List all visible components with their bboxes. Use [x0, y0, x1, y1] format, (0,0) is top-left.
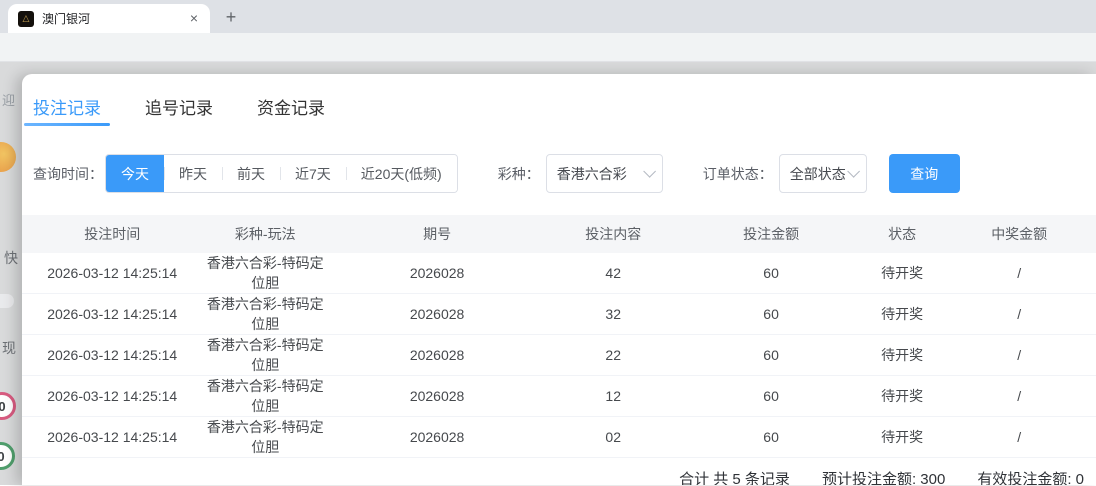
background-lottery-ball-pink: 0: [0, 392, 16, 420]
column-header: 状态: [862, 215, 943, 253]
table-cell: 12: [546, 376, 680, 417]
table-cell: /: [942, 335, 1096, 376]
browser-tabstrip: △ 澳门银河 × +: [0, 0, 1096, 33]
table-cell: 22: [546, 335, 680, 376]
tab-资金记录[interactable]: 资金记录: [257, 88, 325, 124]
time-option-前天[interactable]: 前天: [222, 155, 280, 192]
time-option-昨天[interactable]: 昨天: [164, 155, 222, 192]
browser-toolbar: [0, 33, 1096, 62]
table-cell: 60: [680, 417, 862, 458]
background-fragment-quick: 快: [4, 248, 18, 268]
table-cell: 60: [680, 376, 862, 417]
chevron-down-icon: [847, 165, 860, 178]
table-cell: 2026-03-12 14:25:14: [22, 417, 202, 458]
table-cell: 2026028: [328, 417, 546, 458]
time-option-今天[interactable]: 今天: [106, 155, 164, 192]
table-cell: 2026028: [328, 335, 546, 376]
order-status-select[interactable]: 全部状态: [779, 154, 867, 193]
table-cell: 60: [680, 253, 862, 294]
lottery-type-label: 彩种：: [498, 164, 540, 184]
table-cell: 02: [546, 417, 680, 458]
lottery-type-select[interactable]: 香港六合彩: [546, 154, 663, 193]
table-cell: 2026028: [328, 253, 546, 294]
browser-tab-title: 澳门银河: [42, 10, 186, 27]
column-header: 彩种-玩法: [202, 215, 328, 253]
column-header: 投注内容: [546, 215, 680, 253]
order-status-label: 订单状态：: [703, 164, 773, 184]
table-cell: /: [942, 253, 1096, 294]
summary-total-records: 合计 共 5 条记录: [679, 468, 790, 486]
filter-row: 查询时间： 今天昨天前天近7天近20天(低频) 彩种： 香港六合彩 订单状态： …: [33, 154, 1096, 193]
column-header: 期号: [328, 215, 546, 253]
time-option-近20天(低频)[interactable]: 近20天(低频): [346, 155, 457, 192]
table-cell: 香港六合彩-特码定位胆: [202, 335, 328, 376]
table-cell: 42: [546, 253, 680, 294]
table-cell: 待开奖: [862, 253, 943, 294]
summary-expected-amount: 预计投注金额: 300: [822, 468, 945, 486]
table-cell: /: [942, 417, 1096, 458]
table-row: 2026-03-12 14:25:14香港六合彩-特码定位胆2026028126…: [22, 376, 1096, 417]
table-cell: 香港六合彩-特码定位胆: [202, 376, 328, 417]
table-cell: /: [942, 376, 1096, 417]
query-time-group: 今天昨天前天近7天近20天(低频): [105, 154, 458, 193]
table-cell: 待开奖: [862, 294, 943, 335]
record-tab-nav: 投注记录 追号记录 资金记录: [33, 88, 1096, 124]
query-button[interactable]: 查询: [889, 154, 960, 193]
table-cell: 待开奖: [862, 376, 943, 417]
new-tab-button[interactable]: +: [218, 5, 244, 31]
tab-投注记录[interactable]: 投注记录: [33, 88, 101, 124]
summary-valid-amount: 有效投注金额: 0: [977, 468, 1084, 486]
browser-tab[interactable]: △ 澳门银河 ×: [8, 4, 210, 33]
table-cell: 60: [680, 294, 862, 335]
chevron-down-icon: [643, 165, 656, 178]
table-cell: 香港六合彩-特码定位胆: [202, 253, 328, 294]
lottery-type-value: 香港六合彩: [557, 164, 627, 184]
summary-bar: 合计 共 5 条记录 预计投注金额: 300 有效投注金额: 0: [22, 458, 1096, 485]
table-cell: 2026-03-12 14:25:14: [22, 253, 202, 294]
table-cell: 2026-03-12 14:25:14: [22, 376, 202, 417]
table-cell: 2026028: [328, 376, 546, 417]
table-row: 2026-03-12 14:25:14香港六合彩-特码定位胆2026028426…: [22, 253, 1096, 294]
table-cell: 香港六合彩-特码定位胆: [202, 417, 328, 458]
site-favicon-icon: △: [18, 11, 34, 27]
table-cell: /: [942, 294, 1096, 335]
tab-close-icon[interactable]: ×: [186, 11, 202, 27]
column-header: 投注时间: [22, 215, 202, 253]
bet-records-table: 投注时间彩种-玩法期号投注内容投注金额状态中奖金额 2026-03-12 14:…: [22, 215, 1096, 458]
table-cell: 32: [546, 294, 680, 335]
background-fragment-greeting: 迎: [2, 90, 15, 109]
order-status-value: 全部状态: [790, 164, 846, 184]
table-cell: 待开奖: [862, 335, 943, 376]
table-cell: 2026-03-12 14:25:14: [22, 294, 202, 335]
time-option-近7天[interactable]: 近7天: [280, 155, 346, 192]
table-cell: 待开奖: [862, 417, 943, 458]
dimmed-background-page: 迎 快 现 0 0 投注记录 追号记录 资金记录 查询时间： 今天昨天前天近7天近2…: [0, 62, 1096, 485]
table-cell: 2026028: [328, 294, 546, 335]
column-header: 投注金额: [680, 215, 862, 253]
query-time-label: 查询时间：: [33, 164, 103, 184]
table-body: 2026-03-12 14:25:14香港六合彩-特码定位胆2026028426…: [22, 253, 1096, 458]
tab-追号记录[interactable]: 追号记录: [145, 88, 213, 124]
table-cell: 香港六合彩-特码定位胆: [202, 294, 328, 335]
table-row: 2026-03-12 14:25:14香港六合彩-特码定位胆2026028026…: [22, 417, 1096, 458]
background-lottery-ball-green: 0: [0, 442, 15, 470]
table-row: 2026-03-12 14:25:14香港六合彩-特码定位胆2026028326…: [22, 294, 1096, 335]
table-header-row: 投注时间彩种-玩法期号投注内容投注金额状态中奖金额: [22, 215, 1096, 253]
background-toggle-fragment: [0, 294, 14, 308]
table-cell: 60: [680, 335, 862, 376]
table-row: 2026-03-12 14:25:14香港六合彩-特码定位胆2026028226…: [22, 335, 1096, 376]
background-fragment-feature: 现: [2, 338, 16, 358]
column-header: 中奖金额: [942, 215, 1096, 253]
betting-records-panel: 投注记录 追号记录 资金记录 查询时间： 今天昨天前天近7天近20天(低频) 彩种：…: [22, 74, 1096, 485]
table-cell: 2026-03-12 14:25:14: [22, 335, 202, 376]
background-avatar-icon: [0, 142, 16, 172]
